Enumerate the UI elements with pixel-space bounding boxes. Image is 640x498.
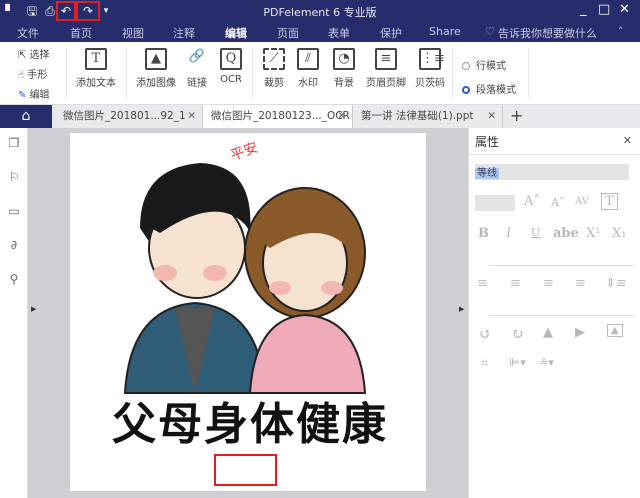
header-footer-button[interactable]: ≡ 页眉页脚 (366, 48, 406, 89)
edit-icon: ✎ (18, 90, 30, 101)
window-title: PDFelement 6 专业版 (263, 6, 377, 19)
ocr-icon: Q (220, 48, 242, 70)
collapse-right-icon[interactable]: ▶ (459, 305, 464, 313)
crop-icon: ⟋ (263, 48, 285, 70)
text-icon: T (85, 48, 107, 70)
rotate-right-icon[interactable]: ↻ (511, 325, 524, 343)
watermark-icon: ⫽ (297, 48, 319, 70)
title-bar: ▘ 🖫 ⎙ ↶ ↷ ▾ PDFelement 6 专业版 _ □ ✕ (0, 0, 640, 22)
home-icon: ⌂ (21, 108, 31, 124)
add-tab-button[interactable]: + (510, 106, 523, 125)
font-select[interactable]: 等线 (475, 164, 629, 180)
edit-tool[interactable]: ✎ 编辑 (18, 86, 50, 101)
align-objects-icon[interactable]: ⊫▾ (509, 356, 526, 369)
search-icon[interactable]: ⚲ (7, 272, 21, 286)
tab-close-icon[interactable]: ✕ (337, 105, 346, 128)
document-tabs: ⌂ 微信图片_201801...92_1 ✕ 微信图片_20180123..._O… (0, 105, 640, 128)
bates-icon: ⋮≡ (419, 48, 445, 70)
menu-form[interactable]: 表单 (328, 25, 350, 41)
tab-doc-3[interactable]: 第一讲 法律基础(1).ppt ✕ (353, 105, 503, 128)
rotate-left-icon[interactable]: ↺ (479, 325, 492, 343)
menu-share[interactable]: Share (429, 25, 461, 38)
minimize-button[interactable]: _ (580, 2, 587, 17)
comment-icon[interactable]: ▭ (7, 204, 21, 218)
close-button[interactable]: ✕ (619, 2, 630, 17)
close-panel-button[interactable]: ✕ (623, 134, 632, 147)
menu-bar: 文件 首页 视图 注释 编辑 页面 表单 保护 Share ♡ 告诉我你想要做什… (0, 22, 640, 42)
background-button[interactable]: ◔ 背景 (333, 48, 355, 89)
link-button[interactable]: 🔗 链接 (186, 48, 208, 89)
subscript-button[interactable]: X₁ (612, 226, 626, 241)
collapse-ribbon-icon[interactable]: ˄ (618, 25, 624, 38)
lightbulb-icon: ♡ (485, 25, 495, 38)
bold-button[interactable]: B (478, 226, 489, 241)
cursor-icon: ⇱ (18, 50, 30, 61)
hand-icon: ☝ (18, 70, 28, 81)
menu-home[interactable]: 首页 (70, 25, 92, 41)
line-mode-radio[interactable]: 行模式 (462, 57, 506, 72)
watermark-button[interactable]: ⫽ 水印 (297, 48, 319, 89)
shrink-font-icon[interactable]: A˅ (551, 196, 564, 209)
expand-left-icon[interactable]: ▶ (31, 305, 36, 313)
menu-view[interactable]: 视图 (122, 25, 144, 41)
bates-button[interactable]: ⋮≡ 贝茨码 (415, 48, 445, 89)
menu-protect[interactable]: 保护 (380, 25, 402, 41)
tab-doc-1[interactable]: 微信图片_201801...92_1 ✕ (55, 105, 203, 128)
add-image-button[interactable]: ▲ 添加图像 (136, 48, 176, 89)
distribute-icon[interactable]: ≗▾ (539, 356, 554, 369)
properties-panel: 属性 ✕ 等线 A˄ A˅ AV T B I U abe X¹ X₁ ≡ ≡ ≡… (468, 128, 640, 498)
thumbnails-icon[interactable]: ❐ (7, 136, 21, 150)
justify-icon[interactable]: ≡ (575, 276, 586, 291)
tell-me-input[interactable]: 告诉我你想要做什么 (498, 25, 597, 41)
ribbon: ⇱ 选择 ☝ 手形 ✎ 编辑 T 添加文本 ▲ 添加图像 🔗 链接 Q OCR ⟋ 裁剪 … (0, 42, 640, 105)
flip-vertical-icon[interactable]: ▲ (543, 325, 553, 340)
document-page[interactable]: 平安 父母身体健康 (70, 133, 426, 491)
align-right-icon[interactable]: ≡ (543, 276, 554, 291)
add-text-button[interactable]: T 添加文本 (76, 48, 116, 89)
image-icon: ▲ (145, 48, 167, 70)
menu-edit[interactable]: 编辑 (225, 25, 247, 41)
background-icon: ◔ (333, 48, 355, 70)
grow-font-icon[interactable]: A˄ (524, 194, 540, 209)
attachment-icon[interactable]: ∂ (7, 238, 21, 252)
left-sidebar: ❐ ⚐ ▭ ∂ ⚲ (0, 128, 28, 498)
select-tool[interactable]: ⇱ 选择 (18, 46, 50, 61)
crop-image-icon[interactable]: ⌗ (481, 356, 488, 371)
caption-text[interactable]: 父母身体健康 (85, 388, 415, 452)
menu-comment[interactable]: 注释 (173, 25, 195, 41)
font-size-select[interactable] (475, 195, 515, 211)
tab-close-icon[interactable]: ✕ (187, 105, 196, 128)
paragraph-mode-radio[interactable]: 段落模式 (462, 81, 516, 96)
hand-tool[interactable]: ☝ 手形 (18, 66, 47, 81)
header-footer-icon: ≡ (375, 48, 397, 70)
text-box-icon[interactable]: T (601, 193, 618, 210)
align-left-icon[interactable]: ≡ (477, 276, 488, 291)
underline-button[interactable]: U (531, 226, 540, 239)
maximize-button[interactable]: □ (598, 2, 610, 17)
strikethrough-button[interactable]: abe (553, 226, 579, 241)
properties-title: 属性 (475, 135, 500, 149)
tab-close-icon[interactable]: ✕ (487, 105, 496, 128)
replace-image-icon[interactable]: ▲ (607, 324, 623, 337)
crop-button[interactable]: ⟋ 裁剪 (263, 48, 285, 89)
italic-button[interactable]: I (506, 226, 511, 241)
menu-file[interactable]: 文件 (17, 25, 39, 41)
link-icon: 🔗 (188, 49, 206, 64)
flip-horizontal-icon[interactable]: ▶ (575, 325, 585, 340)
ocr-button[interactable]: Q OCR (220, 48, 242, 85)
bookmark-icon[interactable]: ⚐ (7, 170, 21, 184)
char-spacing-icon[interactable]: AV (575, 196, 589, 207)
tab-doc-2[interactable]: 微信图片_20180123..._OCR ✕ (203, 105, 353, 128)
menu-page[interactable]: 页面 (277, 25, 299, 41)
home-tab[interactable]: ⌂ (0, 105, 52, 128)
superscript-button[interactable]: X¹ (586, 226, 600, 241)
line-spacing-icon[interactable]: ⇕≡ (605, 276, 627, 291)
align-center-icon[interactable]: ≡ (510, 276, 521, 291)
highlight-box (214, 454, 277, 486)
